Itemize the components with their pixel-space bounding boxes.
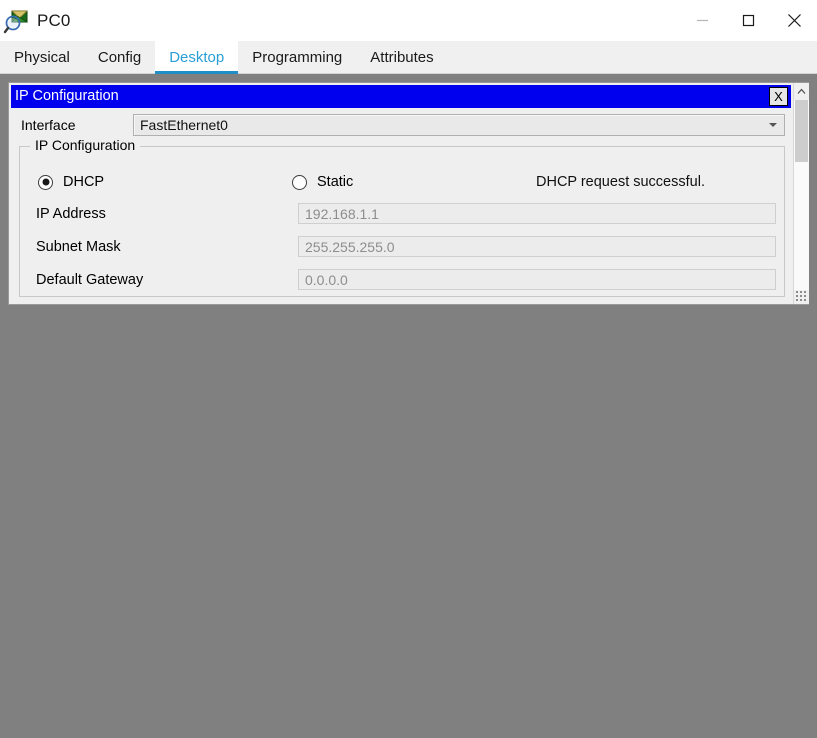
scroll-up-button[interactable] [794,83,809,100]
dhcp-status-text: DHCP request successful. [536,174,705,190]
ip-configuration-group: IP Configuration DHCP Static DHCP reques… [19,138,785,297]
ip-configuration-dialog: IP Configuration X Interface FastEtherne… [9,83,793,304]
default-gateway-label: Default Gateway [36,271,144,288]
desktop-content-frame: IP Configuration X Interface FastEtherne… [8,82,809,305]
panel-close-button[interactable]: X [769,87,788,106]
scroll-up-icon [797,88,806,94]
tab-bar: Physical Config Desktop Programming Attr… [0,41,817,74]
interface-label: Interface [21,117,76,133]
subnet-mask-row: Subnet Mask 255.255.255.0 [20,230,784,263]
radio-static-label: Static [317,174,354,190]
interface-dropdown[interactable]: FastEthernet0 [133,114,785,136]
window-left-edge [0,82,8,305]
tab-attributes[interactable]: Attributes [356,41,447,73]
tab-config[interactable]: Config [84,41,155,73]
subnet-mask-input[interactable]: 255.255.255.0 [298,236,776,257]
radio-option-dhcp[interactable]: DHCP [38,174,292,190]
ip-address-label: IP Address [36,205,106,222]
default-gateway-row: Default Gateway 0.0.0.0 [20,263,784,296]
resize-grip-icon[interactable] [795,290,808,303]
desktop-background [0,305,817,738]
radio-static-icon[interactable] [292,174,307,190]
minimize-button[interactable] [679,0,725,41]
chevron-down-icon [769,123,777,127]
ip-address-row: IP Address 192.168.1.1 [20,197,784,230]
panel-title: IP Configuration [15,88,119,105]
interface-value: FastEthernet0 [140,117,228,133]
window-title: PC0 [37,10,71,30]
interface-row: Interface FastEthernet0 [11,114,791,136]
close-button[interactable] [771,0,817,41]
maximize-button[interactable] [725,0,771,41]
window-controls [679,0,817,41]
minimize-icon [696,19,708,22]
ip-configuration-group-title: IP Configuration [30,138,141,152]
vertical-scrollbar[interactable] [793,83,809,304]
close-icon [787,14,801,27]
panel-caption-bar: IP Configuration X [11,85,791,108]
tab-physical[interactable]: Physical [0,41,84,73]
radio-dhcp-label: DHCP [63,174,105,190]
default-gateway-input[interactable]: 0.0.0.0 [298,269,776,290]
packet-tracer-pc-icon [3,7,31,35]
scrollbar-thumb[interactable] [795,100,808,162]
ip-mode-radio-row: DHCP Static DHCP request successful. [20,167,784,197]
window-titlebar: PC0 [0,0,817,41]
tab-programming[interactable]: Programming [238,41,356,73]
radio-dhcp-icon[interactable] [38,174,53,190]
subnet-mask-label: Subnet Mask [36,238,121,255]
scrollbar-track[interactable] [794,100,809,290]
tab-desktop[interactable]: Desktop [155,41,239,74]
radio-option-static[interactable]: Static [292,174,536,190]
maximize-icon [742,14,754,27]
ip-address-input[interactable]: 192.168.1.1 [298,203,776,224]
